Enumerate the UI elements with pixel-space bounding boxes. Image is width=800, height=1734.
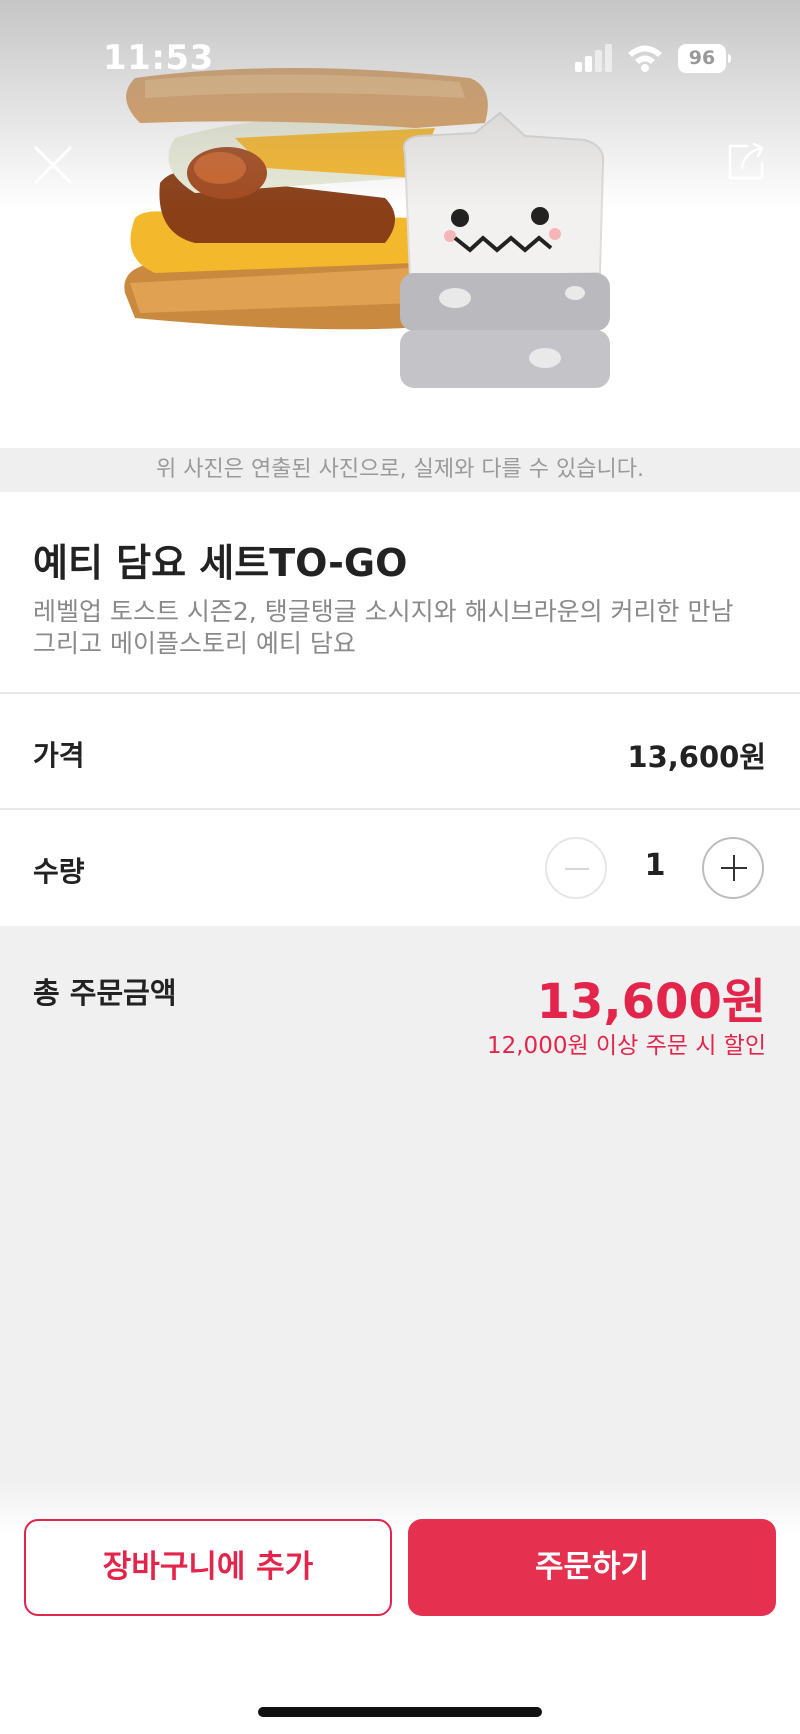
description-line-2: 그리고 메이플스토리 예티 담요 [33, 629, 356, 658]
status-time: 11:53 [103, 38, 214, 78]
quantity-label: 수량 [33, 855, 85, 888]
price-label: 가격 [33, 739, 85, 772]
hero-gradient [0, 0, 800, 210]
discount-note: 12,000원 이상 주문 시 할인 [486, 1033, 766, 1059]
signal-icon [575, 44, 612, 72]
total-value: 13,600원 [536, 974, 766, 1030]
quantity-value: 1 [644, 848, 666, 883]
price-row: 가격 13,600원 [0, 694, 800, 810]
photo-disclaimer: 위 사진은 연출된 사진으로, 실제와 다를 수 있습니다. [0, 448, 800, 492]
product-title: 예티 담요 세트TO-GO [33, 541, 408, 585]
total-section: 총 주문금액 13,600원 12,000원 이상 주문 시 할인 [0, 926, 800, 1126]
product-info: 예티 담요 세트TO-GO 레벨업 토스트 시즌2, 탱글탱글 소시지와 해시브… [0, 492, 800, 694]
product-description: 레벨업 토스트 시즌2, 탱글탱글 소시지와 해시브라운의 커리한 만남 그리고… [33, 596, 773, 660]
description-line-1: 레벨업 토스트 시즌2, 탱글탱글 소시지와 해시브라운의 커리한 만남 [33, 597, 734, 626]
price-value: 13,600원 [627, 740, 766, 774]
close-icon[interactable] [30, 142, 76, 188]
order-button[interactable]: 주문하기 [408, 1519, 776, 1616]
battery-icon: 96 [678, 44, 731, 73]
home-indicator [258, 1707, 542, 1717]
add-to-cart-button[interactable]: 장바구니에 추가 [24, 1519, 392, 1616]
product-image-area: 11:53 96 [0, 0, 800, 448]
plus-icon[interactable] [702, 837, 764, 899]
battery-level: 96 [678, 44, 726, 73]
wifi-icon [628, 45, 662, 72]
quantity-row: 수량 1 [0, 810, 800, 926]
minus-icon[interactable] [545, 837, 607, 899]
share-icon[interactable] [724, 140, 768, 184]
total-label: 총 주문금액 [33, 976, 177, 1010]
